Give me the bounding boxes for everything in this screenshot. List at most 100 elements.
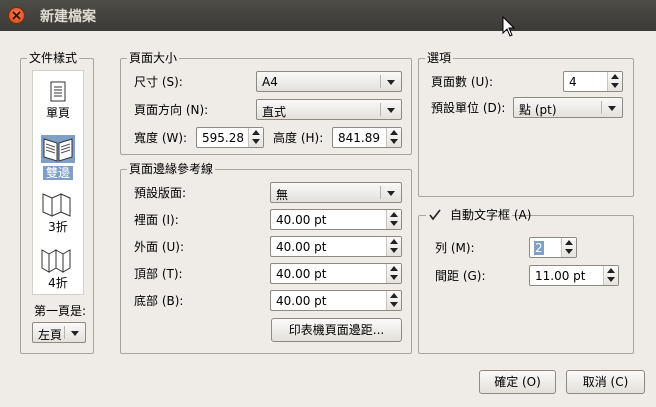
preset-layout-select[interactable]: 無: [270, 182, 402, 203]
size-label: 尺寸 (S):: [134, 75, 183, 89]
spin-down-icon: [607, 277, 615, 282]
printer-margins-button[interactable]: 印表機頁面邊距...: [271, 318, 402, 342]
facing-pages-icon: [41, 135, 75, 163]
width-value: 595.28: [202, 131, 244, 145]
chevron-down-icon: [71, 331, 79, 336]
spin-buttons[interactable]: [607, 72, 622, 91]
unit-select[interactable]: 點 (pt): [513, 97, 623, 118]
combo-separator: [380, 75, 381, 88]
columns-spinbox[interactable]: 2: [529, 237, 577, 258]
spin-buttons[interactable]: [248, 128, 263, 147]
pages-label: 頁面數 (U):: [431, 75, 494, 89]
doc-style-label: 4折: [48, 276, 68, 290]
columns-value: 2: [534, 241, 544, 255]
title-bar: 新建檔案: [0, 0, 656, 31]
spin-up-icon: [611, 74, 619, 79]
doc-style-trifold[interactable]: 3折: [33, 191, 83, 234]
ok-button[interactable]: 確定 (O): [479, 370, 556, 394]
preset-layout-value: 無: [276, 188, 289, 202]
top-margin-label: 頂部 (T):: [134, 267, 183, 281]
pages-spinbox[interactable]: 4: [563, 71, 623, 92]
margin-guides-label: 頁面邊緣參考線: [127, 162, 216, 176]
autoframe-checkbox-row[interactable]: 自動文字框 (A): [426, 207, 531, 223]
spin-down-icon: [611, 83, 619, 88]
chevron-down-icon: [387, 80, 395, 85]
combo-separator: [64, 326, 65, 339]
spin-up-icon: [390, 266, 398, 271]
unit-value: 點 (pt): [519, 103, 557, 117]
spin-buttons[interactable]: [386, 128, 401, 147]
width-spinbox[interactable]: 595.28: [196, 127, 264, 148]
first-page-label: 第一頁是:: [34, 304, 87, 318]
spin-down-icon: [390, 221, 398, 226]
doc-style-label: 3折: [48, 220, 68, 234]
single-page-icon: [50, 81, 66, 102]
combo-separator: [380, 103, 381, 116]
trifold-icon: [42, 193, 71, 217]
spin-up-icon: [252, 130, 260, 135]
inside-margin-label: 裡面 (I):: [134, 213, 179, 227]
spin-down-icon: [390, 248, 398, 253]
spin-buttons[interactable]: [386, 264, 401, 283]
spin-down-icon: [252, 139, 260, 144]
spin-up-icon: [390, 130, 398, 135]
doc-style-label: 雙邊: [42, 166, 73, 180]
gap-value: 11.00 pt: [535, 269, 586, 283]
spin-buttons[interactable]: [603, 266, 618, 285]
spin-down-icon: [390, 139, 398, 144]
spin-buttons[interactable]: [386, 237, 401, 256]
mouse-cursor-icon: [502, 16, 516, 37]
doc-style-single-page[interactable]: 單頁: [33, 81, 83, 120]
combo-separator: [380, 186, 381, 199]
window-title: 新建檔案: [40, 9, 96, 25]
height-spinbox[interactable]: 841.89: [332, 127, 402, 148]
gap-spinbox[interactable]: 11.00 pt: [529, 265, 619, 286]
orientation-select[interactable]: 直式: [256, 99, 402, 120]
chevron-down-icon: [608, 106, 616, 111]
chevron-down-icon: [387, 108, 395, 113]
bottom-margin-value: 40.00 pt: [276, 294, 327, 308]
spin-up-icon: [390, 293, 398, 298]
first-page-select[interactable]: 左頁: [32, 322, 86, 343]
inside-margin-value: 40.00 pt: [276, 213, 327, 227]
doc-style-facing-pages[interactable]: 雙邊: [33, 135, 83, 180]
inside-margin-spinbox[interactable]: 40.00 pt: [270, 209, 402, 230]
bottom-margin-label: 底部 (B):: [134, 294, 184, 308]
size-select[interactable]: A4: [256, 71, 402, 92]
close-window-button[interactable]: [8, 7, 25, 24]
gap-label: 間距 (G):: [435, 269, 486, 283]
spin-up-icon: [390, 239, 398, 244]
spin-up-icon: [390, 212, 398, 217]
outside-margin-label: 外面 (U):: [134, 240, 185, 254]
spin-up-icon: [607, 268, 615, 273]
chevron-down-icon: [387, 191, 395, 196]
close-icon: [12, 11, 21, 20]
autoframe-label: 自動文字框 (A): [450, 208, 532, 222]
spin-down-icon: [565, 249, 573, 254]
height-label: 高度 (H):: [273, 131, 324, 145]
cancel-button[interactable]: 取消 (C): [566, 370, 645, 394]
options-label: 選項: [425, 51, 454, 65]
orientation-value: 直式: [262, 105, 287, 119]
combo-separator: [601, 101, 602, 114]
outside-margin-value: 40.00 pt: [276, 240, 327, 254]
spin-buttons[interactable]: [386, 210, 401, 229]
columns-label: 列 (M):: [435, 241, 475, 255]
unit-label: 預設單位 (D):: [431, 101, 506, 115]
spin-down-icon: [390, 275, 398, 280]
page-size-label: 頁面大小: [127, 51, 180, 65]
document-style-label: 文件樣式: [27, 51, 80, 65]
outside-margin-spinbox[interactable]: 40.00 pt: [270, 236, 402, 257]
height-value: 841.89: [338, 131, 380, 145]
doc-style-label: 單頁: [45, 106, 70, 120]
spin-buttons[interactable]: [561, 238, 576, 257]
bottom-margin-spinbox[interactable]: 40.00 pt: [270, 290, 402, 311]
document-style-list[interactable]: 單頁 雙邊 3折 4折: [32, 70, 84, 295]
spin-buttons[interactable]: [386, 291, 401, 310]
fourfold-icon: [41, 249, 71, 273]
checkmark-icon[interactable]: [429, 209, 441, 221]
first-page-value: 左頁: [38, 328, 63, 342]
doc-style-fourfold[interactable]: 4折: [33, 247, 83, 290]
top-margin-spinbox[interactable]: 40.00 pt: [270, 263, 402, 284]
size-value: A4: [262, 75, 278, 89]
